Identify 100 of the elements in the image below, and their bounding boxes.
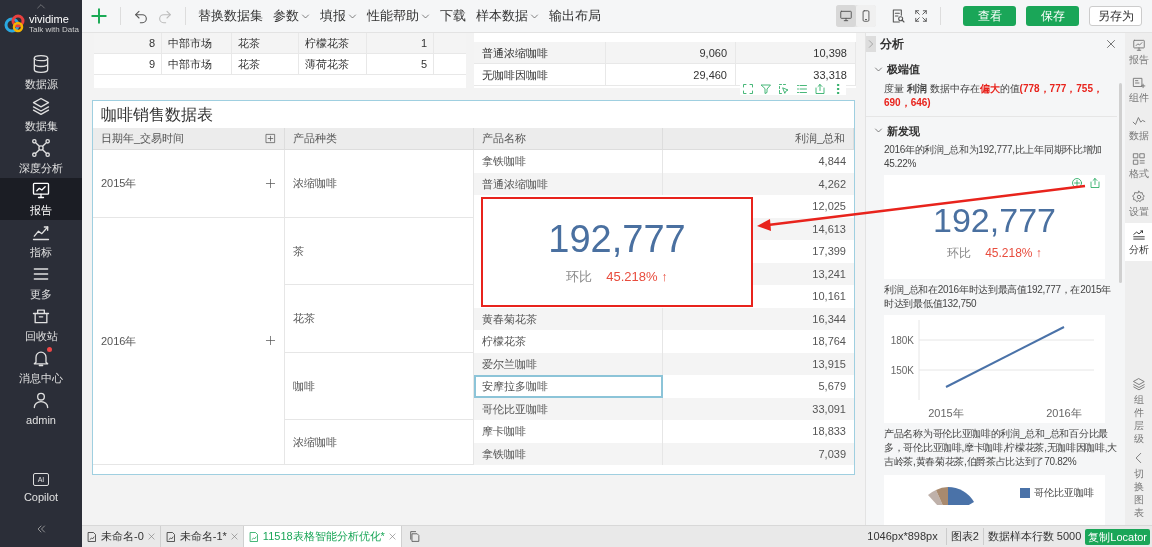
- table-cell: 13,915: [663, 352, 854, 375]
- sidebar-item[interactable]: 深度分析: [0, 136, 82, 178]
- rail-tab[interactable]: 数据: [1125, 109, 1152, 147]
- logo-tagline: Talk with Data: [29, 26, 79, 34]
- undo-icon[interactable]: [133, 8, 149, 24]
- export-icon[interactable]: [814, 83, 826, 95]
- column-header-text: 产品名称: [482, 131, 526, 147]
- table-cell: 9,060: [606, 42, 736, 63]
- table-cell[interactable]: 普通浓缩咖啡: [474, 172, 663, 195]
- table-cell: 茶: [285, 217, 474, 285]
- caret-icon: [348, 11, 357, 21]
- rail-tab[interactable]: 切换图表: [1131, 451, 1146, 519]
- redo-icon[interactable]: [157, 8, 173, 24]
- menu-button[interactable]: 填报: [320, 6, 357, 26]
- column-header[interactable]: 产品名称: [474, 128, 663, 149]
- column-header-text: 利润_总和: [794, 131, 845, 147]
- kpi-label: 环比: [947, 245, 972, 262]
- column-header[interactable]: 产品种类: [285, 128, 474, 149]
- table-cell[interactable]: 安摩拉多咖啡: [474, 375, 663, 398]
- insight-text: 利润_总和在2016年时达到最高值192,777，在2015年时达到最低值132,750: [884, 283, 1112, 311]
- table-cell: 花茶: [232, 54, 299, 74]
- section-toggle[interactable]: 新发现: [874, 122, 920, 139]
- legend-label: 哥伦比亚咖啡: [1034, 486, 1094, 500]
- table-cell: 33,091: [663, 397, 854, 420]
- filter-icon[interactable]: [760, 83, 772, 95]
- menu-button[interactable]: 下载: [440, 6, 466, 26]
- list-icon[interactable]: [796, 83, 808, 95]
- collapse-icon[interactable]: [35, 523, 47, 535]
- caret-icon: [530, 11, 539, 21]
- column-header[interactable]: 日期年_交易时间: [93, 128, 285, 149]
- sidebar-item[interactable]: 数据源: [0, 52, 82, 94]
- caret-icon: [421, 11, 430, 21]
- year-label: 2016年: [101, 333, 137, 349]
- sidebar-item[interactable]: 数据集: [0, 94, 82, 136]
- preview-icon[interactable]: [890, 8, 906, 24]
- menu-button[interactable]: 替换数据集: [198, 6, 263, 26]
- rail-tab[interactable]: 格式: [1125, 147, 1152, 185]
- sidebar-item[interactable]: 消息中心: [0, 346, 82, 388]
- close-icon: [229, 532, 239, 541]
- table-cell: 4,262: [663, 172, 854, 195]
- menu-button[interactable]: 输出布局: [549, 6, 601, 26]
- table-cell: 9: [94, 54, 162, 74]
- table-cell: 柠檬花茶: [299, 33, 367, 53]
- rail-tab[interactable]: 组件层级: [1131, 377, 1146, 445]
- menu-button[interactable]: 样本数据: [476, 6, 539, 26]
- expand-all-icon[interactable]: [265, 133, 276, 144]
- kpi-change: 45.218% ↑: [985, 245, 1042, 262]
- chevron-down-icon: [874, 64, 883, 74]
- plus-icon[interactable]: [265, 335, 276, 347]
- database-icon: [31, 53, 51, 74]
- add-icon[interactable]: [90, 7, 108, 25]
- sidebar-item[interactable]: 指标: [0, 220, 82, 262]
- rail-tab[interactable]: 组件: [1125, 71, 1152, 109]
- add-circle-icon[interactable]: [1071, 177, 1083, 189]
- axis-tick-label: 2016年: [1046, 407, 1082, 419]
- sidebar-item[interactable]: 报告: [0, 178, 82, 220]
- table-cell[interactable]: 爱尔兰咖啡: [474, 352, 663, 375]
- document-tab[interactable]: 未命名-0: [82, 526, 161, 547]
- table-cell: 普通浓缩咖啡: [474, 42, 606, 63]
- logo-text: vividime: [29, 14, 70, 25]
- select-icon[interactable]: [778, 83, 790, 95]
- document-icon: [247, 530, 260, 543]
- table-cell: 中部市场: [162, 54, 232, 74]
- expand-icon[interactable]: [742, 83, 754, 95]
- rail-tab[interactable]: 报告: [1125, 33, 1152, 71]
- table-cell[interactable]: 拿铁咖啡: [474, 442, 663, 465]
- chevron-up-icon[interactable]: [35, 2, 47, 10]
- sidebar-item[interactable]: 回收站: [0, 304, 82, 346]
- table-cell: 薄荷花茶: [299, 54, 367, 74]
- phone-icon: [859, 9, 873, 23]
- export-icon[interactable]: [1089, 177, 1101, 189]
- desktop-view-button[interactable]: [836, 5, 856, 27]
- plus-icon[interactable]: [265, 177, 276, 189]
- table-cell: 中部市场: [162, 33, 232, 53]
- column-header-text: 日期年_交易时间: [101, 131, 185, 147]
- year-label: 2015年: [101, 176, 137, 191]
- sidebar-item[interactable]: 更多: [0, 262, 82, 304]
- rail-tab[interactable]: 分析: [1125, 223, 1152, 261]
- fullscreen-icon[interactable]: [914, 9, 928, 23]
- document-icon: [164, 530, 177, 543]
- extreme-values-text: 度量 利润 数据中存在偏大的值(778，777，755，690，646): [884, 81, 1104, 110]
- secondary-button[interactable]: 另存为: [1089, 6, 1142, 26]
- column-header-text: 产品种类: [293, 131, 337, 147]
- column-header[interactable]: 利润_总和: [663, 128, 854, 149]
- menu-button[interactable]: 性能帮助: [367, 6, 430, 26]
- section-toggle[interactable]: 极端值: [874, 61, 920, 78]
- sidebar-item[interactable]: admin: [0, 388, 82, 430]
- copy-document-icon[interactable]: [407, 530, 421, 543]
- canvas-size: 1046px*898px: [867, 529, 938, 545]
- layers-icon: [31, 95, 51, 116]
- menu-button[interactable]: 参数: [273, 6, 310, 26]
- axis-tick-label: 180K: [890, 335, 914, 346]
- document-tab[interactable]: 未命名-1*: [160, 526, 244, 547]
- table-cell[interactable]: 哥伦比亚咖啡: [474, 397, 663, 420]
- table-cell[interactable]: 黄春菊花茶: [474, 307, 663, 330]
- mobile-view-button[interactable]: [856, 5, 876, 27]
- layers-icon: [1131, 377, 1146, 391]
- close-icon[interactable]: [1105, 38, 1117, 50]
- table-cell: 1: [367, 33, 434, 53]
- rail-tab[interactable]: 设置: [1125, 185, 1152, 223]
